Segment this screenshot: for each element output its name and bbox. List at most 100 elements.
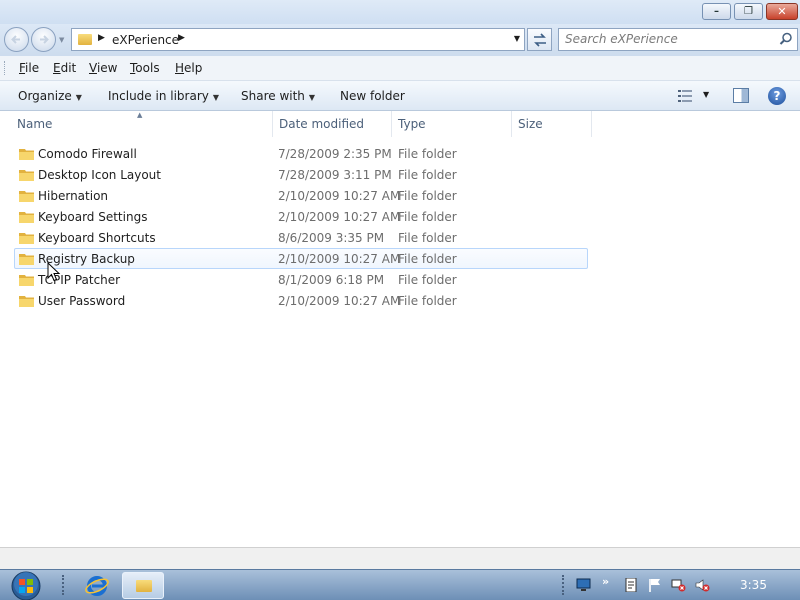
include-in-library-button[interactable]: Include in library ▼: [108, 89, 219, 103]
file-date-modified: 8/6/2009 3:35 PM: [278, 231, 385, 245]
file-row[interactable]: Keyboard Settings 2/10/2009 10:27 AM File …: [14, 206, 588, 227]
taskbar-grip: [62, 575, 67, 595]
minimize-icon: –: [714, 6, 719, 17]
file-date-modified: 7/28/2009 3:11 PM: [278, 168, 392, 182]
menu-edit[interactable]: Edit: [53, 61, 76, 75]
volume-muted-icon[interactable]: [695, 578, 710, 592]
title-bar: – ❐ ✕: [0, 0, 800, 24]
share-with-button[interactable]: Share with ▼: [241, 89, 315, 103]
file-name: Desktop Icon Layout: [38, 168, 161, 182]
back-button[interactable]: [4, 27, 29, 52]
file-date-modified: 2/10/2009 10:27 AM: [278, 210, 401, 224]
folder-icon: [19, 253, 34, 265]
monitor-icon[interactable]: [576, 578, 591, 592]
folder-icon: [19, 274, 34, 286]
chevron-down-icon: ▼: [212, 93, 220, 102]
recent-pages-dropdown-icon[interactable]: ▼: [59, 36, 64, 44]
column-header-name[interactable]: Name: [11, 111, 273, 137]
file-row[interactable]: TCPIP Patcher 8/1/2009 6:18 PM File folder: [14, 269, 588, 290]
preview-pane-button[interactable]: [733, 88, 749, 103]
file-name: Keyboard Settings: [38, 210, 148, 224]
views-icon[interactable]: [678, 90, 692, 102]
folder-icon: [136, 580, 152, 592]
network-disconnected-icon[interactable]: [671, 578, 686, 592]
breadcrumb-arrow-icon[interactable]: ▶: [98, 33, 105, 43]
back-arrow-icon: [11, 35, 20, 44]
file-row[interactable]: Keyboard Shortcuts 8/6/2009 3:35 PM File f…: [14, 227, 588, 248]
breadcrumb-experience[interactable]: eXPerience: [112, 33, 179, 47]
file-row[interactable]: Comodo Firewall 7/28/2009 2:35 PM File fol…: [14, 143, 588, 164]
command-bar: Organize ▼ Include in library ▼ Share with…: [0, 81, 800, 111]
file-name: User Password: [38, 294, 126, 308]
new-folder-button[interactable]: New folder: [340, 89, 405, 103]
file-type: File folder: [398, 210, 457, 224]
address-history-dropdown-icon[interactable]: ▼: [514, 34, 520, 43]
chevron-down-icon: ▼: [308, 93, 316, 102]
show-hidden-icons-chevron[interactable]: »: [602, 575, 609, 588]
document-icon[interactable]: [623, 578, 638, 592]
folder-icon: [19, 190, 34, 202]
forward-arrow-icon: [40, 35, 49, 44]
file-row[interactable]: Hibernation 2/10/2009 10:27 AM File folder: [14, 185, 588, 206]
close-icon: ✕: [777, 5, 787, 18]
address-row: ▼ ▶ eXPerience ▶ ▼: [0, 24, 800, 56]
search-icon[interactable]: [779, 32, 793, 46]
folder-icon: [19, 169, 34, 181]
file-row[interactable]: Registry Backup 2/10/2009 10:27 AM File fo…: [14, 248, 588, 269]
file-name: Comodo Firewall: [38, 147, 137, 161]
mouse-cursor-icon: [47, 262, 61, 282]
file-type: File folder: [398, 189, 457, 203]
column-headers: ▲ Name Date modified Type Size: [0, 111, 800, 137]
taskbar: » 3:35: [0, 569, 800, 600]
column-header-size[interactable]: Size: [512, 111, 592, 137]
file-type: File folder: [398, 273, 457, 287]
maximize-icon: ❐: [744, 6, 753, 17]
action-center-flag-icon[interactable]: [648, 578, 663, 592]
help-button[interactable]: ?: [768, 87, 786, 105]
file-type: File folder: [398, 147, 457, 161]
menu-file[interactable]: File: [19, 61, 39, 75]
tray-grip: [562, 575, 567, 595]
maximize-button[interactable]: ❐: [734, 3, 763, 20]
file-row[interactable]: User Password 2/10/2009 10:27 AM File fold…: [14, 290, 588, 311]
file-date-modified: 7/28/2009 2:35 PM: [278, 147, 392, 161]
folder-icon: [19, 148, 34, 160]
file-row[interactable]: Desktop Icon Layout 7/28/2009 3:11 PM File…: [14, 164, 588, 185]
menu-view[interactable]: View: [89, 61, 117, 75]
search-box[interactable]: [558, 28, 798, 51]
clock[interactable]: 3:35: [740, 578, 767, 592]
folder-icon: [19, 211, 34, 223]
refresh-button[interactable]: [527, 28, 552, 51]
file-type: File folder: [398, 168, 457, 182]
refresh-icon: [533, 33, 546, 47]
file-date-modified: 8/1/2009 6:18 PM: [278, 273, 385, 287]
file-name: Hibernation: [38, 189, 109, 203]
file-date-modified: 2/10/2009 10:27 AM: [278, 189, 401, 203]
file-type: File folder: [398, 252, 457, 266]
file-type: File folder: [398, 231, 457, 245]
minimize-button[interactable]: –: [702, 3, 731, 20]
chevron-down-icon: ▼: [75, 93, 82, 102]
organize-button[interactable]: Organize ▼: [18, 89, 82, 103]
status-bar: [0, 547, 800, 569]
menu-help[interactable]: Help: [175, 61, 202, 75]
column-header-date-modified[interactable]: Date modified: [273, 111, 392, 137]
folder-icon: [78, 34, 92, 45]
folder-icon: [19, 232, 34, 244]
start-button[interactable]: [8, 570, 44, 600]
close-button[interactable]: ✕: [766, 3, 798, 20]
column-header-type[interactable]: Type: [392, 111, 512, 137]
menu-bar: File Edit View Tools Help: [0, 56, 800, 81]
windows-explorer-taskbar-button[interactable]: [122, 572, 164, 599]
system-tray: » 3:35: [562, 570, 800, 600]
menu-tools[interactable]: Tools: [130, 61, 160, 75]
file-type: File folder: [398, 294, 457, 308]
search-input[interactable]: [565, 32, 765, 46]
internet-explorer-icon[interactable]: [84, 573, 110, 598]
views-dropdown-icon[interactable]: ▼: [703, 90, 709, 99]
address-bar[interactable]: ▶ eXPerience ▶ ▼: [71, 28, 525, 51]
file-date-modified: 2/10/2009 10:27 AM: [278, 252, 401, 266]
breadcrumb-arrow-icon[interactable]: ▶: [178, 33, 185, 43]
forward-button[interactable]: [31, 27, 56, 52]
folder-icon: [19, 295, 34, 307]
